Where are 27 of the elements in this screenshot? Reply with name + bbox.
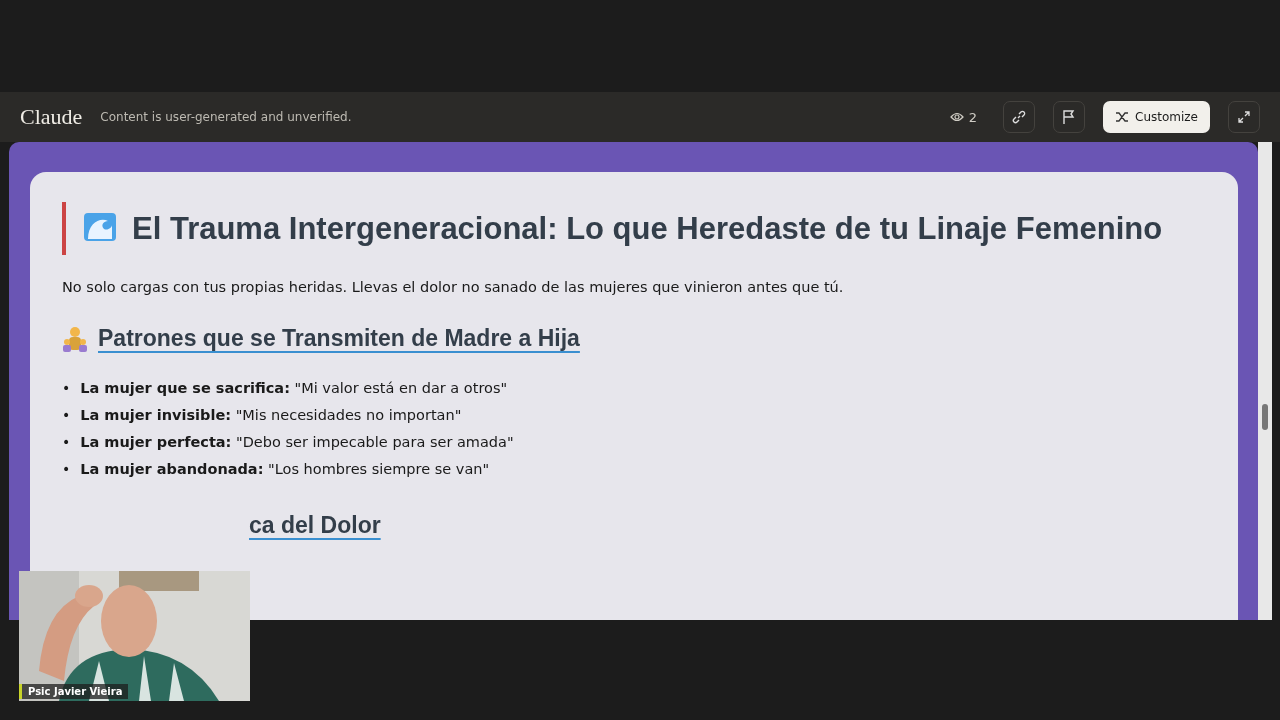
viewer-count: 2 <box>949 109 977 125</box>
bullet: • <box>62 378 71 398</box>
section-heading: ca del Dolor <box>249 512 381 539</box>
section-heading: Patrones que se Transmiten de Madre a Hija <box>98 325 580 352</box>
notice-text: Content is user-generated and unverified. <box>100 110 353 124</box>
bullet: • <box>62 432 71 452</box>
customize-button[interactable]: Customize <box>1103 101 1210 133</box>
family-icon <box>62 325 88 352</box>
bullet: • <box>62 459 71 479</box>
link-button[interactable] <box>1003 101 1035 133</box>
flag-button[interactable] <box>1053 101 1085 133</box>
view-icon <box>949 112 964 122</box>
pattern-item: La mujer que se sacrifica: "Mi valor está en dar a otros" <box>80 378 508 398</box>
intro-text: No solo cargas con tus propias heridas. Llevas el dolor no sanado de las mujeres que vinieron antes que tú. <box>62 279 845 295</box>
brand-logo: Claude <box>20 104 83 130</box>
bullet: • <box>62 405 71 425</box>
pattern-item: La mujer invisible: "Mis necesidades no importan" <box>80 405 462 425</box>
shuffle-icon <box>1115 111 1129 123</box>
participant-name: Psic Javier Vieira <box>19 684 129 699</box>
article-title: El Trauma Intergeneracional: Lo que Heredaste de tu Linaje Femenino <box>82 202 1206 255</box>
pattern-item: La mujer abandonada: "Los hombres siempre se van" <box>80 459 490 479</box>
link-icon <box>1011 109 1027 125</box>
scrollbar[interactable] <box>1258 142 1272 620</box>
expand-icon <box>1237 110 1251 124</box>
expand-button[interactable] <box>1228 101 1260 133</box>
pattern-item: La mujer perfecta: "Debo ser impecable para ser amada" <box>80 432 514 452</box>
flag-icon <box>1061 109 1077 125</box>
